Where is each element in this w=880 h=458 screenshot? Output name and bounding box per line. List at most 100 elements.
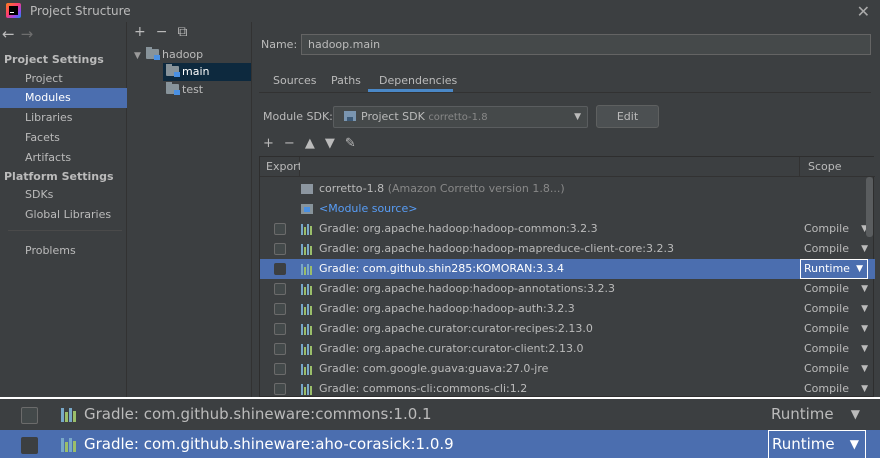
library-icon [301, 384, 313, 395]
tab-dependencies[interactable]: Dependencies [379, 74, 457, 87]
export-checkbox[interactable] [274, 303, 286, 315]
sdk-icon [301, 184, 313, 194]
row-text: corretto-1.8 (Amazon Corretto version 1.… [319, 179, 565, 199]
sidebar-item-sdks[interactable]: SDKs [0, 185, 127, 205]
edit-icon[interactable]: ✎ [345, 136, 356, 151]
module-sdk-label: Module SDK: [263, 110, 333, 123]
chevron-down-icon[interactable]: ▼ [134, 47, 146, 65]
sidebar-item-project[interactable]: Project [0, 69, 127, 89]
table-row[interactable]: Gradle: org.apache.hadoop:hadoop-mapredu… [260, 239, 875, 259]
tree-toolbar: + − ⧉ [134, 24, 197, 40]
scope-select[interactable]: Compile ▼ [804, 279, 872, 299]
export-checkbox[interactable] [274, 243, 286, 255]
scope-select[interactable]: Runtime ▼ [768, 430, 866, 458]
module-sdk-select[interactable]: Project SDK corretto-1.8 ▼ [333, 106, 588, 128]
table-row[interactable]: Gradle: org.apache.curator:curator-recip… [260, 319, 875, 339]
scope-select[interactable]: Runtime ▼ [800, 259, 868, 279]
module-name-field[interactable]: hadoop.main [301, 34, 871, 55]
scope-select[interactable]: Compile ▼ [804, 219, 872, 239]
add-icon[interactable]: + [263, 136, 274, 151]
scope-value: Compile [804, 302, 849, 315]
scope-select[interactable]: Compile ▼ [804, 319, 872, 339]
export-checkbox[interactable] [274, 383, 286, 395]
table-row[interactable]: Gradle: commons-cli:commons-cli:1.2 Compi… [260, 379, 875, 397]
tab-sources[interactable]: Sources [273, 74, 317, 87]
move-up-icon[interactable]: ▲ [305, 136, 315, 151]
tree-node-label: main [182, 65, 210, 78]
vertical-scrollbar[interactable] [866, 177, 873, 237]
section-project-settings: Project Settings [4, 53, 104, 66]
module-folder-icon [146, 47, 160, 60]
scope-select[interactable]: Compile ▼ [804, 339, 872, 359]
scope-value: Compile [804, 382, 849, 395]
tab-paths[interactable]: Paths [331, 74, 361, 87]
sdk-folder-icon [344, 111, 356, 121]
scope-select[interactable]: Compile ▼ [804, 239, 872, 259]
table-row[interactable]: Gradle: com.github.shin285:KOMORAN:3.3.4… [260, 259, 875, 279]
sidebar-item-modules[interactable]: Modules [0, 88, 127, 108]
sidebar-item-libraries[interactable]: Libraries [0, 108, 127, 128]
column-header-name[interactable] [300, 157, 800, 177]
scope-select[interactable]: Compile ▼ [804, 359, 872, 379]
dependency-name: Gradle: com.github.shin285:KOMORAN:3.3.4 [319, 262, 565, 275]
close-icon[interactable]: ✕ [857, 2, 870, 21]
export-checkbox[interactable] [274, 283, 286, 295]
tree-node-test[interactable]: test [166, 81, 203, 99]
library-icon [301, 264, 313, 275]
remove-icon[interactable]: − [284, 136, 295, 151]
export-checkbox[interactable] [274, 363, 286, 375]
project-structure-window: Project Structure ✕ ← → Project Settings … [0, 0, 880, 397]
tree-node-hadoop[interactable]: ▼ hadoop [134, 46, 203, 64]
sidebar-item-artifacts[interactable]: Artifacts [0, 148, 127, 168]
export-checkbox[interactable] [274, 223, 286, 235]
dependency-name: Gradle: org.apache.curator:curator-recip… [319, 322, 593, 335]
export-checkbox[interactable] [274, 343, 286, 355]
edit-sdk-button[interactable]: Edit [596, 105, 659, 128]
remove-icon[interactable]: − [156, 24, 168, 40]
table-row-module-source[interactable]: <Module source> [260, 199, 875, 219]
table-row[interactable]: Gradle: org.apache.curator:curator-clien… [260, 339, 875, 359]
column-header-export[interactable]: Export [260, 157, 302, 177]
chevron-down-icon: ▼ [849, 437, 859, 451]
export-checkbox[interactable] [21, 407, 38, 424]
table-row-sdk[interactable]: corretto-1.8 (Amazon Corretto version 1.… [260, 179, 875, 199]
tree-node-main[interactable]: main [163, 63, 251, 81]
sidebar-item-global-libraries[interactable]: Global Libraries [0, 205, 127, 225]
module-settings-panel: Name: hadoop.main Sources Paths Dependen… [253, 22, 880, 397]
table-row[interactable]: Gradle: com.github.shineware:commons:1.0… [0, 400, 880, 430]
sidebar-item-problems[interactable]: Problems [0, 241, 127, 261]
scope-select[interactable]: Compile ▼ [804, 299, 872, 319]
scope-select[interactable]: Compile ▼ [804, 379, 872, 397]
export-checkbox[interactable] [274, 263, 286, 275]
dependency-name: Gradle: org.apache.hadoop:hadoop-auth:3.… [319, 302, 575, 315]
back-arrow-icon[interactable]: ← [2, 25, 15, 43]
table-row[interactable]: Gradle: com.google.guava:guava:27.0-jre C… [260, 359, 875, 379]
chevron-down-icon: ▼ [861, 324, 868, 334]
forward-arrow-icon[interactable]: → [21, 25, 34, 43]
scope-select[interactable]: Runtime ▼ [768, 400, 866, 430]
tree-node-label: hadoop [162, 48, 204, 61]
add-icon[interactable]: + [134, 24, 146, 40]
move-down-icon[interactable]: ▼ [325, 136, 335, 151]
library-icon [301, 284, 313, 295]
export-checkbox[interactable] [274, 323, 286, 335]
chevron-down-icon: ▼ [861, 344, 868, 354]
scope-value: Compile [804, 362, 849, 375]
table-row[interactable]: Gradle: org.apache.hadoop:hadoop-annotat… [260, 279, 875, 299]
chevron-down-icon: ▼ [861, 244, 868, 254]
chevron-down-icon: ▼ [861, 384, 868, 394]
scope-value: Compile [804, 222, 849, 235]
title-bar: Project Structure ✕ [0, 0, 880, 22]
chevron-down-icon: ▼ [861, 284, 868, 294]
sidebar-item-facets[interactable]: Facets [0, 128, 127, 148]
column-header-scope[interactable]: Scope [800, 157, 875, 177]
module-source-icon [301, 204, 313, 214]
table-row[interactable]: Gradle: org.apache.hadoop:hadoop-auth:3.… [260, 299, 875, 319]
table-row[interactable]: Gradle: com.github.shineware:aho-corasic… [0, 430, 880, 458]
section-platform-settings: Platform Settings [4, 170, 114, 183]
export-checkbox[interactable] [21, 437, 38, 454]
copy-icon[interactable]: ⧉ [177, 24, 187, 40]
table-row[interactable]: Gradle: org.apache.hadoop:hadoop-common:… [260, 219, 875, 239]
dependency-name: Gradle: com.github.shineware:aho-corasic… [84, 435, 454, 453]
dependency-name: Gradle: commons-cli:commons-cli:1.2 [319, 382, 528, 395]
